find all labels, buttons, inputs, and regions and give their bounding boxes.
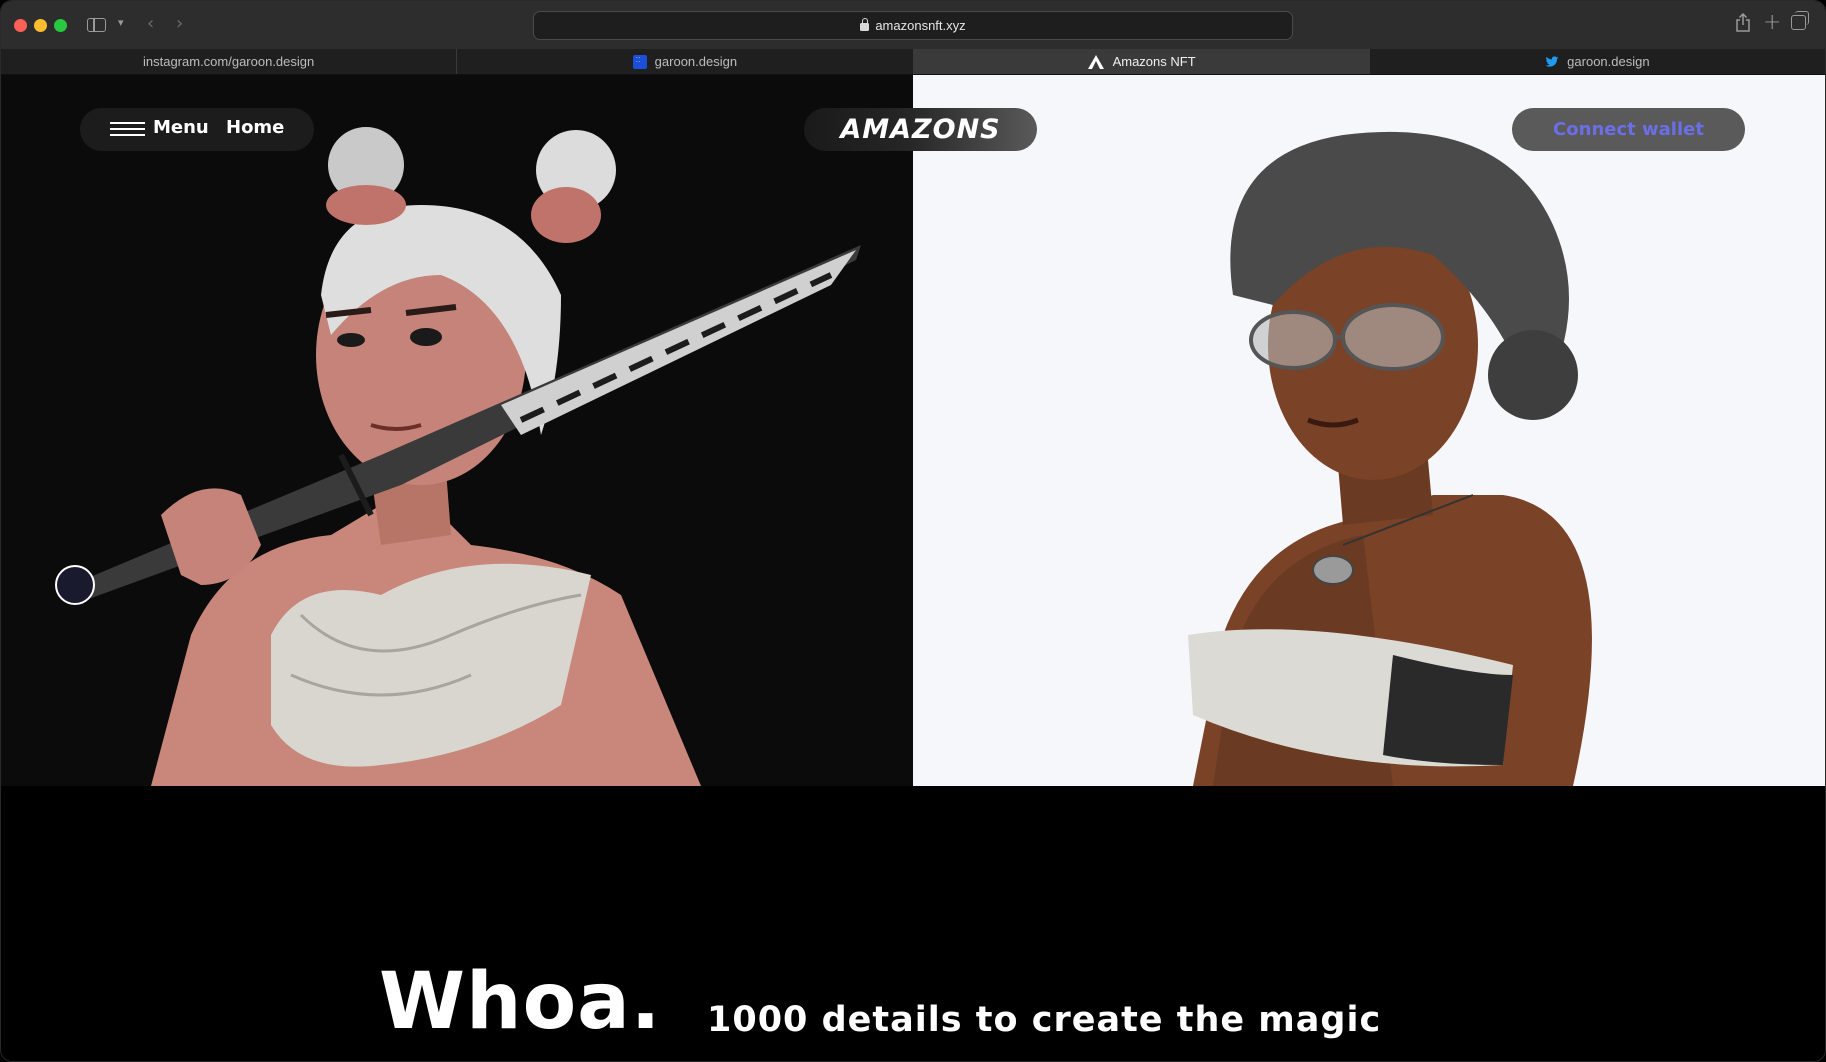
tab-bar: instagram.com/garoon.design garoon.desig… [1,49,1825,75]
garoon-favicon-icon [632,54,647,69]
address-bar[interactable]: amazonsnft.xyz [533,11,1293,40]
title-bar: ▾ ‹ › amazonsnft.xyz + [1,1,1825,49]
close-window-button[interactable] [14,19,27,32]
chevron-down-icon[interactable]: ▾ [118,16,124,29]
woman-with-glasses-illustration [1188,131,1592,786]
amazons-favicon-icon [1087,54,1104,69]
hero-tagline: 1000 details to create the magic [707,1000,1382,1040]
cursor-indicator [55,565,95,605]
tab-overview-icon[interactable] [1791,11,1809,30]
share-icon[interactable] [1735,12,1751,38]
lock-icon [860,17,870,31]
browser-window: ▾ ‹ › amazonsnft.xyz + instagram.com/gar… [0,0,1826,1062]
page-content: Menu Home AMAZONS Connect wallet Whoa. 1… [1,75,1825,1061]
zoom-window-button[interactable] [54,19,67,32]
logo-text: AMAZONS [840,114,1001,145]
warrior-with-sword-illustration [71,127,861,786]
tab-label: garoon.design [654,54,738,69]
menu-button[interactable]: Menu [153,117,209,138]
hero-artwork-left [1,75,913,786]
forward-arrow-icon[interactable]: › [176,13,183,34]
nav-pill: Menu Home [80,108,314,151]
new-tab-icon[interactable]: + [1763,10,1781,35]
hero-artwork-right [913,75,1825,786]
back-arrow-icon[interactable]: ‹ [147,13,154,34]
minimize-window-button[interactable] [34,19,47,32]
home-link[interactable]: Home [226,117,284,138]
tab-instagram[interactable]: instagram.com/garoon.design [1,49,458,74]
hamburger-menu-icon[interactable] [110,122,145,137]
url-text: amazonsnft.xyz [875,18,966,33]
tab-label: garoon.design [1567,54,1650,69]
tab-garoon[interactable]: garoon.design [457,49,914,74]
twitter-favicon-icon [1545,55,1559,67]
connect-wallet-button[interactable]: Connect wallet [1512,108,1745,151]
tab-amazons-nft[interactable]: Amazons NFT [913,49,1370,74]
hero-headline: Whoa. [379,957,662,1047]
sidebar-toggle-icon[interactable] [87,18,106,32]
tab-label: Amazons NFT [1112,54,1196,69]
tab-label: instagram.com/garoon.design [142,54,315,69]
tab-twitter[interactable]: garoon.design [1370,49,1825,74]
logo[interactable]: AMAZONS [804,108,1037,151]
